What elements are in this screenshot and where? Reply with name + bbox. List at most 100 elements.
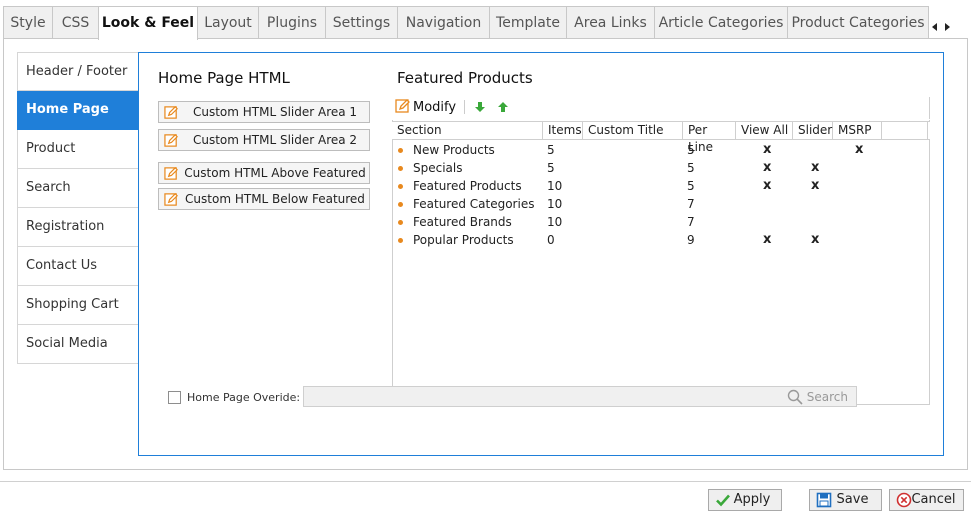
cell-section: Popular Products — [413, 233, 514, 247]
bullet-icon — [398, 220, 403, 225]
table-row[interactable]: Specials 5 5 x x — [392, 159, 930, 177]
override-search-input[interactable] — [304, 387, 774, 406]
home-page-override-label: Home Page Overide: — [187, 391, 301, 404]
save-button[interactable]: Save — [809, 489, 882, 511]
bullet-icon — [398, 184, 403, 189]
button-label: Custom HTML Slider Area 2 — [192, 133, 358, 147]
cell-per-line: 7 — [687, 215, 695, 229]
column-header-view-all[interactable]: View All — [736, 122, 793, 140]
footer-divider — [0, 481, 971, 482]
edit-icon — [395, 99, 410, 113]
home-page-override-checkbox[interactable] — [168, 391, 181, 404]
cancel-label: Cancel — [911, 492, 956, 507]
home-page-html-title: Home Page HTML — [158, 69, 290, 87]
modify-button[interactable]: Modify — [395, 98, 456, 115]
table-row[interactable]: New Products 5 5 x x — [392, 141, 930, 159]
cell-items: 10 — [547, 197, 563, 211]
slider-area-2-button[interactable]: Custom HTML Slider Area 2 — [158, 129, 370, 151]
search-button[interactable]: Search — [787, 388, 848, 406]
button-label: Custom HTML Below Featured — [185, 192, 365, 206]
cell-items: 5 — [547, 143, 555, 157]
sidebar-item-product[interactable]: Product — [17, 130, 138, 169]
table-row[interactable]: Featured Products 10 5 x x — [392, 177, 930, 195]
tab-plugins[interactable]: Plugins — [258, 6, 326, 39]
cell-per-line: 5 — [687, 143, 695, 157]
column-header-items[interactable]: Items — [543, 122, 583, 140]
tab-settings[interactable]: Settings — [325, 6, 398, 39]
tab-scroll-arrows — [928, 20, 958, 34]
tab-look-and-feel[interactable]: Look & Feel — [98, 6, 198, 40]
edit-icon — [164, 134, 178, 147]
cell-view-all: x — [763, 178, 772, 193]
cell-slider: x — [811, 160, 820, 175]
sidebar-item-search[interactable]: Search — [17, 169, 138, 208]
column-header-section[interactable]: Section — [392, 122, 543, 140]
cell-section: Featured Brands — [413, 215, 512, 229]
top-tab-bar: Style CSS Look & Feel Layout Plugins Set… — [3, 6, 929, 40]
tab-article-categories[interactable]: Article Categories — [654, 6, 788, 39]
tab-navigation[interactable]: Navigation — [397, 6, 490, 39]
column-header-msrp[interactable]: MSRP — [833, 122, 882, 140]
cell-per-line: 5 — [687, 179, 695, 193]
bullet-icon — [398, 166, 403, 171]
cell-items: 10 — [547, 179, 563, 193]
below-featured-button[interactable]: Custom HTML Below Featured — [158, 188, 370, 210]
cell-section: Specials — [413, 161, 463, 175]
cell-slider: x — [811, 232, 820, 247]
tab-template[interactable]: Template — [489, 6, 567, 39]
cell-items: 10 — [547, 215, 563, 229]
table-row[interactable]: Featured Brands 10 7 — [392, 213, 930, 231]
apply-button[interactable]: Apply — [708, 489, 782, 511]
override-search-box: Search — [303, 386, 857, 407]
cell-section: Featured Products — [413, 179, 522, 193]
move-up-icon[interactable] — [498, 102, 508, 112]
sidebar-item-home-page[interactable]: Home Page — [17, 91, 138, 130]
search-button-label: Search — [806, 390, 848, 404]
tab-area-links[interactable]: Area Links — [566, 6, 655, 39]
cell-items: 5 — [547, 161, 555, 175]
cell-per-line: 5 — [687, 161, 695, 175]
sidebar-item-contact-us[interactable]: Contact Us — [17, 247, 138, 286]
cell-items: 0 — [547, 233, 555, 247]
button-label: Custom HTML Slider Area 1 — [192, 105, 358, 119]
toolbar-separator — [464, 100, 465, 114]
cancel-button[interactable]: Cancel — [889, 489, 964, 511]
tab-layout[interactable]: Layout — [197, 6, 259, 39]
sidebar-item-social-media[interactable]: Social Media — [17, 325, 138, 364]
cell-section: New Products — [413, 143, 495, 157]
grid-toolbar: Modify — [392, 97, 930, 119]
bullet-icon — [398, 238, 403, 243]
tab-css[interactable]: CSS — [52, 6, 99, 39]
tab-product-categories[interactable]: Product Categories — [787, 6, 929, 39]
cell-msrp: x — [855, 142, 864, 157]
scroll-left-icon[interactable] — [932, 23, 937, 31]
sidebar-item-registration[interactable]: Registration — [17, 208, 138, 247]
apply-label: Apply — [733, 492, 771, 507]
cell-per-line: 9 — [687, 233, 695, 247]
featured-products-title: Featured Products — [397, 69, 533, 87]
table-row[interactable]: Featured Categories 10 7 — [392, 195, 930, 213]
save-label: Save — [836, 492, 869, 507]
cell-view-all: x — [763, 142, 772, 157]
modify-label: Modify — [413, 100, 457, 115]
bullet-icon — [398, 148, 403, 153]
cell-view-all: x — [763, 160, 772, 175]
search-icon — [787, 389, 803, 405]
edit-icon — [164, 193, 178, 206]
column-header-per-line[interactable]: Per Line — [683, 122, 736, 154]
sidebar-item-header-footer[interactable]: Header / Footer — [17, 52, 138, 91]
table-row[interactable]: Popular Products 0 9 x x — [392, 231, 930, 249]
column-header-slider[interactable]: Slider — [793, 122, 833, 140]
move-down-icon[interactable] — [475, 102, 485, 112]
sidebar-item-shopping-cart[interactable]: Shopping Cart — [17, 286, 138, 325]
above-featured-button[interactable]: Custom HTML Above Featured — [158, 162, 370, 184]
scroll-right-icon[interactable] — [945, 23, 950, 31]
edit-icon — [164, 106, 178, 119]
cell-section: Featured Categories — [413, 197, 535, 211]
slider-area-1-button[interactable]: Custom HTML Slider Area 1 — [158, 101, 370, 123]
cell-per-line: 7 — [687, 197, 695, 211]
column-header-custom-title[interactable]: Custom Title — [583, 122, 683, 140]
tab-style[interactable]: Style — [3, 6, 53, 39]
column-header-empty — [882, 122, 928, 140]
edit-icon — [164, 167, 178, 180]
